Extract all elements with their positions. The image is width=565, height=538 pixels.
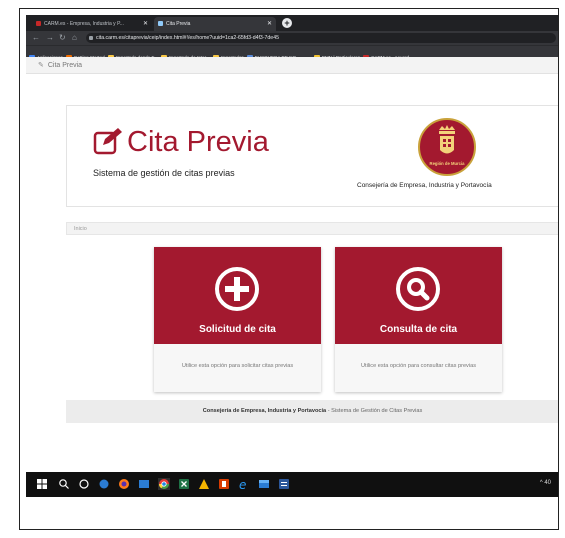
- office-icon[interactable]: [218, 478, 230, 490]
- card-header: Consulta de cita: [335, 247, 502, 344]
- excel-icon[interactable]: [178, 478, 190, 490]
- screen: CARM.es - Empresa, Industria y P... ✕ Ci…: [26, 15, 558, 497]
- footer-consejeria: Consejería de Empresa, Industria y Porta…: [202, 408, 327, 414]
- carm-favicon-icon: [36, 21, 41, 26]
- web-page: ✎ Cita Previa Cita Previa Sistema de ges…: [26, 57, 558, 497]
- page-footer: Consejería de Empresa, Industria y Porta…: [66, 400, 558, 423]
- app-blue-icon[interactable]: [98, 478, 110, 490]
- tab-label: Cita Previa: [166, 21, 191, 27]
- windows-taskbar: e ^ 40: [26, 472, 558, 497]
- navbar-title: Cita Previa: [47, 62, 83, 69]
- chrome-icon[interactable]: [158, 478, 170, 490]
- url-text: cita.carm.es/citaprevia/ceip/index.html#…: [96, 35, 279, 41]
- url-field[interactable]: cita.carm.es/citaprevia/ceip/index.html#…: [86, 33, 556, 43]
- page-subtitle: Sistema de gestión de citas previas: [93, 168, 235, 178]
- region-murcia-logo: Región de Murcia: [418, 118, 476, 176]
- screenshot-frame: CARM.es - Empresa, Industria y P... ✕ Ci…: [19, 8, 559, 530]
- svg-text:e: e: [239, 478, 246, 490]
- edit-square-icon: [93, 127, 123, 163]
- title-text: Cita Previa: [127, 126, 269, 158]
- breadcrumb-home[interactable]: Inicio: [74, 226, 87, 232]
- home-icon[interactable]: ⌂: [72, 33, 77, 43]
- solicitud-cita-card[interactable]: Solicitud de cita Utilice esta opción pa…: [154, 247, 321, 392]
- card-description: Utilice esta opción para consultar citas…: [360, 363, 477, 369]
- search-icon[interactable]: [58, 478, 70, 490]
- internet-explorer-icon[interactable]: e: [238, 478, 250, 490]
- app-navbar[interactable]: ✎ Cita Previa: [26, 57, 558, 74]
- edit-icon: ✎: [38, 62, 44, 69]
- new-tab-icon[interactable]: +: [282, 18, 292, 28]
- tab-label: CARM.es - Empresa, Industria y P...: [44, 21, 124, 27]
- mail-icon[interactable]: [258, 478, 270, 490]
- cita-favicon-icon: [158, 21, 163, 26]
- task-view-icon[interactable]: [78, 478, 90, 490]
- consejeria-label: Consejería de Empresa, Industria y Porta…: [357, 182, 492, 189]
- bookmarks-bar: AplicacionesGetting StartedImportado des…: [26, 45, 558, 57]
- file-explorer-icon[interactable]: [138, 478, 150, 490]
- forward-icon[interactable]: →: [46, 33, 54, 43]
- acrobat-icon[interactable]: [198, 478, 210, 490]
- card-description: Utilice esta opción para solicitar citas…: [181, 363, 294, 369]
- card-header: Solicitud de cita: [154, 247, 321, 344]
- address-bar-row: ← → ↻ ⌂ cita.carm.es/citaprevia/ceip/ind…: [26, 31, 558, 45]
- browser-tab-bar: CARM.es - Empresa, Industria y P... ✕ Ci…: [26, 15, 558, 31]
- breadcrumb: Inicio: [66, 222, 558, 235]
- tab-cita-previa[interactable]: Cita Previa ✕: [154, 17, 276, 31]
- plus-circle-icon: [215, 267, 259, 311]
- search-circle-icon: [396, 267, 440, 311]
- lock-icon: [89, 36, 93, 40]
- back-icon[interactable]: ←: [32, 33, 40, 43]
- tab-carm[interactable]: CARM.es - Empresa, Industria y P... ✕: [32, 17, 152, 31]
- card-title: Consulta de cita: [379, 324, 458, 335]
- reload-icon[interactable]: ↻: [59, 33, 66, 43]
- consulta-cita-card[interactable]: Consulta de cita Utilice esta opción par…: [335, 247, 502, 392]
- system-tray-text[interactable]: ^ 40: [540, 480, 551, 486]
- firefox-icon[interactable]: [118, 478, 130, 490]
- page-title: Cita Previa: [93, 126, 269, 163]
- header-panel: Cita Previa Sistema de gestión de citas …: [66, 105, 558, 207]
- card-title: Solicitud de cita: [199, 324, 276, 335]
- close-tab-icon[interactable]: ✕: [267, 20, 272, 27]
- windows-start-icon[interactable]: [36, 478, 48, 490]
- word-icon[interactable]: [278, 478, 290, 490]
- close-tab-icon[interactable]: ✕: [143, 20, 148, 27]
- seal-label: Región de Murcia: [429, 161, 465, 166]
- footer-system: - Sistema de Gestión de Citas Previas: [326, 408, 423, 414]
